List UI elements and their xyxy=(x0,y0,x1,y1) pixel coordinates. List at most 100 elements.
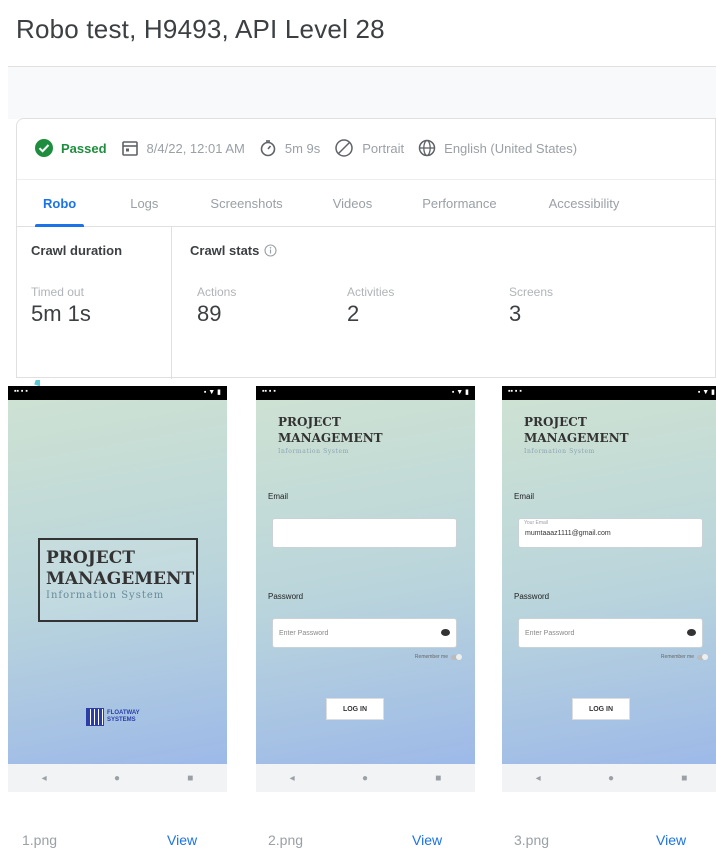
crawl-duration-heading: Crawl duration xyxy=(31,243,122,258)
tab-performance[interactable]: Performance xyxy=(422,180,496,226)
email-value: mumtaaaz1111@gmail.com xyxy=(525,529,611,537)
remember-me[interactable]: Remember me xyxy=(414,653,462,660)
orientation-text: Portrait xyxy=(362,140,405,156)
crawl-duration-value: 5m 1s xyxy=(31,301,91,326)
calendar-icon xyxy=(121,141,138,156)
password-label: Password xyxy=(514,592,550,601)
tab-logs[interactable]: Logs xyxy=(130,180,158,226)
crawl-stats-heading-text: Crawl stats xyxy=(190,243,260,258)
phone-screen: ▪▪ ▪ ▪ ▪ ▼ ▮ PROJECT MANAGEMENT Informati… xyxy=(8,386,227,764)
remember-toggle[interactable] xyxy=(451,653,462,660)
login-button[interactable]: LOG IN xyxy=(572,698,630,720)
login-subtitle: Information System xyxy=(278,448,349,455)
back-icon: ◂ xyxy=(535,772,541,784)
screenshot-1-view-link[interactable]: View xyxy=(167,832,197,848)
password-field[interactable]: Enter Password xyxy=(272,618,457,648)
eye-icon[interactable] xyxy=(441,629,450,636)
datetime-text: 8/4/22, 12:01 AM xyxy=(146,140,245,156)
email-floating-label: Your Email xyxy=(524,520,548,526)
crawl-duration-heading-text: Crawl duration xyxy=(31,243,123,258)
phone-nav-bar: ◂ ● ■ xyxy=(256,764,475,792)
tab-accessibility[interactable]: Accessibility xyxy=(549,180,620,226)
remember-label: Remember me xyxy=(660,654,694,660)
back-icon: ◂ xyxy=(41,772,47,784)
tab-robo[interactable]: Robo xyxy=(34,180,85,227)
actions-label: Actions xyxy=(197,285,237,299)
login-title-line2: MANAGEMENT xyxy=(524,431,629,445)
phone-status-bar: ▪▪ ▪ ▪ ▪ ▼ ▮ xyxy=(256,386,475,400)
email-field[interactable]: Your Email mumtaaaz1111@gmail.com xyxy=(518,518,703,548)
status-datetime: 8/4/22, 12:01 AM xyxy=(121,139,245,157)
check-circle-icon xyxy=(35,139,53,157)
app-logo-box: PROJECT MANAGEMENT Information System xyxy=(38,538,198,622)
phone-nav-bar: ◂ ● ■ xyxy=(8,764,227,792)
app-title-line2: MANAGEMENT xyxy=(46,569,195,589)
screenshot-2-view-link[interactable]: View xyxy=(412,832,442,848)
screenshot-2[interactable]: ▪▪ ▪ ▪ ▪ ▼ ▮ PROJECT MANAGEMENT Informati… xyxy=(256,386,475,792)
recents-icon: ■ xyxy=(187,772,194,784)
login-title-line2: MANAGEMENT xyxy=(278,431,383,445)
grid-logo-icon xyxy=(86,708,104,726)
stats-divider xyxy=(171,227,172,379)
home-icon: ● xyxy=(361,772,368,784)
activities-label: Activities xyxy=(347,285,395,299)
back-icon: ◂ xyxy=(289,772,295,784)
screenshot-1[interactable]: ▪▪ ▪ ▪ ▪ ▼ ▮ PROJECT MANAGEMENT Informati… xyxy=(8,386,227,792)
tab-screenshots[interactable]: Screenshots xyxy=(210,180,282,226)
screenshot-2-filename: 2.png xyxy=(268,832,304,848)
logo-line1: FLOATWAY xyxy=(107,710,140,716)
login-subtitle: Information System xyxy=(524,448,595,455)
screens-label: Screens xyxy=(509,285,554,299)
locale-text: English (United States) xyxy=(444,140,578,156)
company-logo: FLOATWAY SYSTEMS xyxy=(86,708,140,726)
actions-value: 89 xyxy=(197,301,222,326)
test-details-card: Passed 8/4/22, 12:01 AM 5m 9s Portrait E… xyxy=(16,118,716,379)
screens-value: 3 xyxy=(509,301,522,326)
status-label: Passed xyxy=(61,140,107,156)
status-locale: English (United States) xyxy=(418,139,577,157)
globe-icon xyxy=(418,139,436,157)
screenshot-3[interactable]: ▪▪ ▪ ▪ ▪ ▼ ▮ PROJECT MANAGEMENT Informati… xyxy=(502,386,716,792)
email-label: Email xyxy=(268,492,289,501)
app-subtitle: Information System xyxy=(46,590,165,601)
screenshot-3-filename: 3.png xyxy=(514,832,550,848)
status-passed: Passed xyxy=(35,139,107,157)
status-duration: 5m 9s xyxy=(259,139,320,157)
screenshot-1-filename: 1.png xyxy=(22,832,58,848)
info-icon[interactable] xyxy=(264,244,277,257)
phone-screen: ▪▪ ▪ ▪ ▪ ▼ ▮ PROJECT MANAGEMENT Informati… xyxy=(256,386,475,764)
login-app-title: PROJECT MANAGEMENT xyxy=(278,414,383,446)
phone-status-bar: ▪▪ ▪ ▪ ▪ ▼ ▮ xyxy=(8,386,227,400)
remember-me[interactable]: Remember me xyxy=(660,653,708,660)
home-icon: ● xyxy=(113,772,120,784)
screen-rotation-icon xyxy=(335,139,353,157)
email-field[interactable] xyxy=(272,518,457,548)
login-title-line1: PROJECT xyxy=(524,415,587,429)
password-label: Password xyxy=(268,592,304,601)
login-button[interactable]: LOG IN xyxy=(326,698,384,720)
tab-bar: Robo Logs Screenshots Videos Performance… xyxy=(17,179,715,227)
activities-value: 2 xyxy=(347,301,360,326)
app-title-line1: PROJECT xyxy=(46,548,135,568)
email-label: Email xyxy=(514,492,535,501)
login-app-title: PROJECT MANAGEMENT xyxy=(524,414,629,446)
timed-out-label: Timed out xyxy=(31,285,84,299)
page-title: Robo test, H9493, API Level 28 xyxy=(16,14,385,44)
phone-nav-bar: ◂ ● ■ xyxy=(502,764,716,792)
duration-text: 5m 9s xyxy=(284,140,321,156)
password-placeholder: Enter Password xyxy=(525,629,575,637)
recents-icon: ■ xyxy=(435,772,442,784)
logo-line2: SYSTEMS xyxy=(107,717,136,723)
status-orientation: Portrait xyxy=(334,138,404,158)
eye-icon[interactable] xyxy=(687,629,696,636)
crawl-stats-heading: Crawl stats xyxy=(190,243,277,258)
remember-label: Remember me xyxy=(414,654,448,660)
status-row: Passed 8/4/22, 12:01 AM 5m 9s Portrait E… xyxy=(17,131,591,165)
phone-status-bar: ▪▪ ▪ ▪ ▪ ▼ ▮ xyxy=(502,386,716,400)
remember-toggle[interactable] xyxy=(697,653,708,660)
password-placeholder: Enter Password xyxy=(279,629,329,637)
screenshot-3-view-link[interactable]: View xyxy=(656,832,686,848)
password-field[interactable]: Enter Password xyxy=(518,618,703,648)
tab-videos[interactable]: Videos xyxy=(333,180,373,226)
timer-icon xyxy=(260,140,276,157)
